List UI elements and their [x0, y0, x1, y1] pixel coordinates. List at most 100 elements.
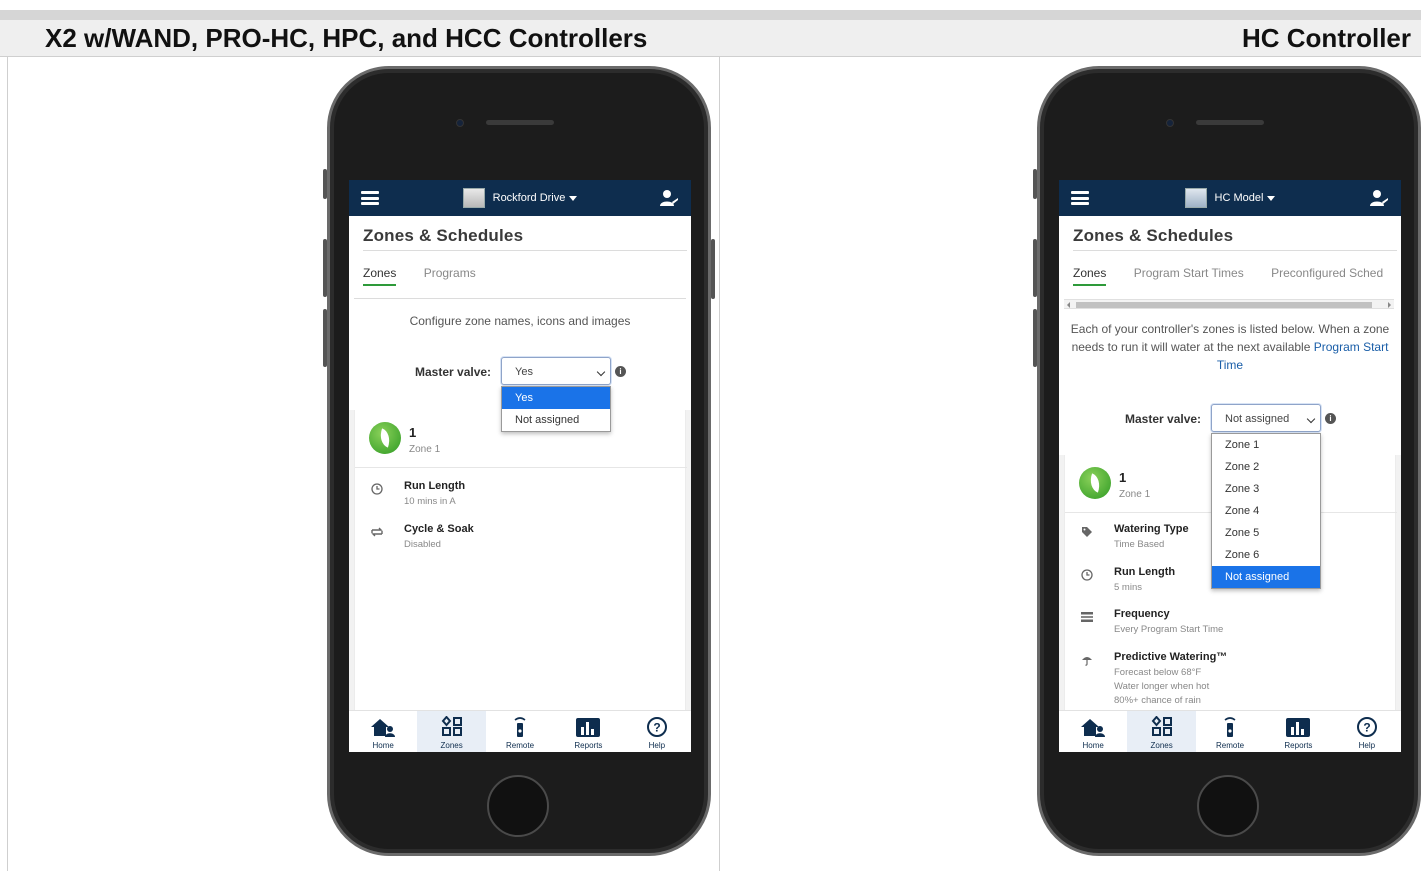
clock-icon	[1079, 569, 1095, 581]
dropdown-option[interactable]: Zone 2	[1212, 456, 1320, 478]
scroll-left-arrow-icon[interactable]	[1067, 302, 1070, 308]
right-column-heading: HC Controller	[1242, 23, 1411, 53]
setting-title: Run Length	[1114, 566, 1176, 578]
controller-thumbnail-icon	[1184, 188, 1207, 208]
tab-preconfigured-schedules[interactable]: Preconfigured Sched	[1271, 266, 1383, 284]
phone-speaker	[486, 120, 554, 125]
scroll-right-arrow-icon[interactable]	[1388, 302, 1391, 308]
bottom-nav: Home Zones Remote Reports ? Help	[1059, 710, 1401, 752]
phone-camera	[456, 119, 464, 127]
master-valve-select[interactable]: Not assigned	[1211, 404, 1321, 432]
master-valve-select[interactable]: Yes	[501, 357, 611, 385]
phone-home-button	[1197, 775, 1259, 837]
nav-label: Home	[1082, 741, 1104, 750]
caret-down-icon	[569, 195, 578, 201]
comparison-header: X2 w/WAND, PRO-HC, HPC, and HCC Controll…	[0, 20, 1421, 57]
tab-program-start-times[interactable]: Program Start Times	[1134, 266, 1244, 284]
reports-icon	[1286, 718, 1311, 737]
column-divider	[719, 57, 720, 871]
nav-label: Zones	[440, 741, 463, 750]
nav-help[interactable]: ? Help	[623, 711, 691, 752]
phone-volume-down-button	[1033, 309, 1037, 367]
setting-title: Cycle & Soak	[404, 523, 474, 535]
phone-side-button	[1033, 169, 1037, 199]
top-divider-bar	[0, 10, 1421, 20]
master-valve-dropdown: Zone 1 Zone 2 Zone 3 Zone 4 Zone 5 Zone …	[1211, 433, 1321, 589]
zones-description: Configure zone names, icons and images	[409, 314, 631, 328]
svg-text:?: ?	[653, 721, 660, 735]
nav-reports[interactable]: Reports	[1264, 711, 1332, 752]
dropdown-option[interactable]: Zone 6	[1212, 544, 1320, 566]
master-valve-value: Yes	[515, 366, 533, 378]
dropdown-option[interactable]: Not assigned	[1212, 566, 1320, 588]
phone-volume-down-button	[323, 309, 327, 367]
dropdown-option[interactable]: Zone 1	[1212, 434, 1320, 456]
setting-title: Predictive Watering™	[1114, 651, 1228, 663]
help-icon: ?	[1356, 717, 1377, 737]
app-bar: HC Model	[1059, 180, 1401, 216]
nav-remote[interactable]: Remote	[486, 711, 554, 752]
setting-title: Watering Type	[1114, 523, 1189, 535]
tab-zones[interactable]: Zones	[363, 266, 397, 286]
chevron-down-icon	[1306, 414, 1316, 424]
home-icon	[371, 719, 396, 737]
phone-camera	[1166, 119, 1174, 127]
umbrella-icon	[1079, 654, 1095, 666]
master-valve-label: Master valve:	[415, 365, 492, 379]
controller-selector[interactable]: HC Model	[1059, 180, 1401, 216]
dropdown-option[interactable]: Zone 5	[1212, 522, 1320, 544]
left-border	[7, 57, 8, 871]
nav-remote[interactable]: Remote	[1196, 711, 1264, 752]
dropdown-option[interactable]: Zone 4	[1212, 500, 1320, 522]
controller-name: HC Model	[1214, 192, 1264, 204]
nav-zones[interactable]: Zones	[417, 711, 486, 752]
zones-description: Each of your controller's zones is liste…	[1063, 320, 1397, 374]
dropdown-option[interactable]: Zone 3	[1212, 478, 1320, 500]
phone-frame-right: HC Model Zones & Schedules Zones Program…	[1033, 66, 1421, 856]
remote-icon	[1224, 717, 1236, 737]
zone-number: 1	[409, 425, 417, 440]
dropdown-option[interactable]: Not assigned	[502, 409, 610, 431]
nav-label: Reports	[574, 741, 603, 750]
scrollbar-thumb[interactable]	[1076, 302, 1372, 308]
info-icon[interactable]: i	[1325, 413, 1336, 424]
nav-zones[interactable]: Zones	[1127, 711, 1196, 752]
nav-home[interactable]: Home	[1059, 711, 1127, 752]
setting-value: Forecast below 68°F Water longer when ho…	[1114, 667, 1210, 706]
zones-icon	[441, 716, 462, 736]
nav-label: Reports	[1284, 741, 1313, 750]
user-settings-icon[interactable]	[659, 189, 679, 207]
tab-bar: Zones Programs	[363, 266, 500, 286]
nav-reports[interactable]: Reports	[554, 711, 622, 752]
nav-help[interactable]: ? Help	[1333, 711, 1401, 752]
master-valve-label: Master valve:	[1125, 412, 1202, 426]
zones-icon	[1151, 716, 1172, 736]
tab-programs[interactable]: Programs	[424, 266, 476, 284]
controller-thumbnail-icon	[462, 188, 485, 208]
page-title: Zones & Schedules	[1073, 226, 1234, 245]
zone-name: Zone 1	[409, 444, 441, 455]
info-icon[interactable]: i	[615, 366, 626, 377]
leaf-icon	[1079, 467, 1111, 499]
setting-value: Every Program Start Time	[1114, 624, 1224, 635]
master-valve-value: Not assigned	[1225, 413, 1290, 425]
remote-icon	[514, 717, 526, 737]
clock-icon	[369, 483, 385, 495]
tabs-scrollbar[interactable]	[1064, 299, 1394, 309]
controller-selector[interactable]: Rockford Drive	[349, 180, 691, 216]
help-icon: ?	[646, 717, 667, 737]
divider	[363, 250, 687, 251]
tab-zones[interactable]: Zones	[1073, 266, 1107, 286]
phone-side-button	[323, 169, 327, 199]
setting-value: Time Based	[1114, 539, 1165, 550]
nav-home[interactable]: Home	[349, 711, 417, 752]
nav-label: Remote	[506, 741, 535, 750]
user-settings-icon[interactable]	[1369, 189, 1389, 207]
cycle-icon	[369, 526, 385, 538]
left-column-heading: X2 w/WAND, PRO-HC, HPC, and HCC Controll…	[45, 23, 648, 53]
nav-label: Help	[1358, 741, 1376, 750]
bottom-nav: Home Zones Remote Reports ? Help	[349, 710, 691, 752]
dropdown-option[interactable]: Yes	[502, 387, 610, 409]
setting-value: Disabled	[404, 539, 441, 550]
setting-title: Run Length	[404, 480, 466, 492]
